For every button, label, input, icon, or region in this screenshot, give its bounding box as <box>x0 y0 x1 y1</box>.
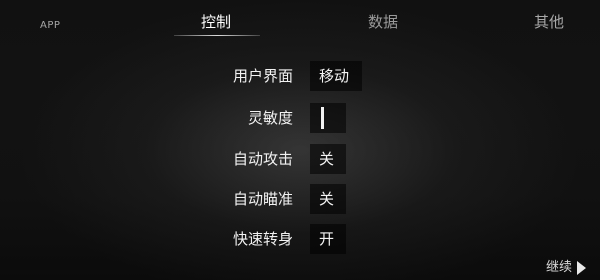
sensitivity-slider-knob[interactable] <box>321 107 324 129</box>
continue-label: 继续 <box>546 260 573 275</box>
active-tab-underline <box>174 35 260 36</box>
setting-label: 自动瞄准 <box>232 190 293 208</box>
setting-label: 用户界面 <box>232 67 293 85</box>
top-tab-bar: APP 控制 数据 其他 <box>0 0 600 44</box>
setting-value: 移动 <box>319 67 350 85</box>
continue-button[interactable]: 继续 <box>546 259 587 277</box>
tab-data[interactable]: 数据 <box>368 13 398 31</box>
setting-row-quick-turn: 快速转身 开 <box>0 223 600 255</box>
tab-other[interactable]: 其他 <box>534 13 564 31</box>
tab-control[interactable]: 控制 <box>201 13 231 31</box>
tab-app[interactable]: APP <box>40 17 60 35</box>
auto-aim-toggle[interactable]: 关 <box>310 184 346 214</box>
setting-row-user-interface: 用户界面 移动 <box>0 60 600 92</box>
settings-menu: APP 控制 数据 其他 用户界面 移动 灵敏度 自动攻击 关 自动瞄准 关 快… <box>0 0 600 280</box>
setting-value: 关 <box>319 150 335 168</box>
user-interface-selector[interactable]: 移动 <box>310 61 362 91</box>
setting-row-sensitivity: 灵敏度 <box>0 102 600 134</box>
setting-label: 灵敏度 <box>247 109 293 127</box>
setting-value: 开 <box>319 230 335 248</box>
sensitivity-slider[interactable] <box>310 103 346 133</box>
setting-label: 快速转身 <box>232 230 293 248</box>
setting-label: 自动攻击 <box>232 150 293 168</box>
setting-row-auto-attack: 自动攻击 关 <box>0 143 600 175</box>
setting-row-auto-aim: 自动瞄准 关 <box>0 183 600 215</box>
quick-turn-toggle[interactable]: 开 <box>310 224 346 254</box>
auto-attack-toggle[interactable]: 关 <box>310 144 346 174</box>
setting-value: 关 <box>319 190 335 208</box>
play-arrow-icon <box>577 261 587 275</box>
